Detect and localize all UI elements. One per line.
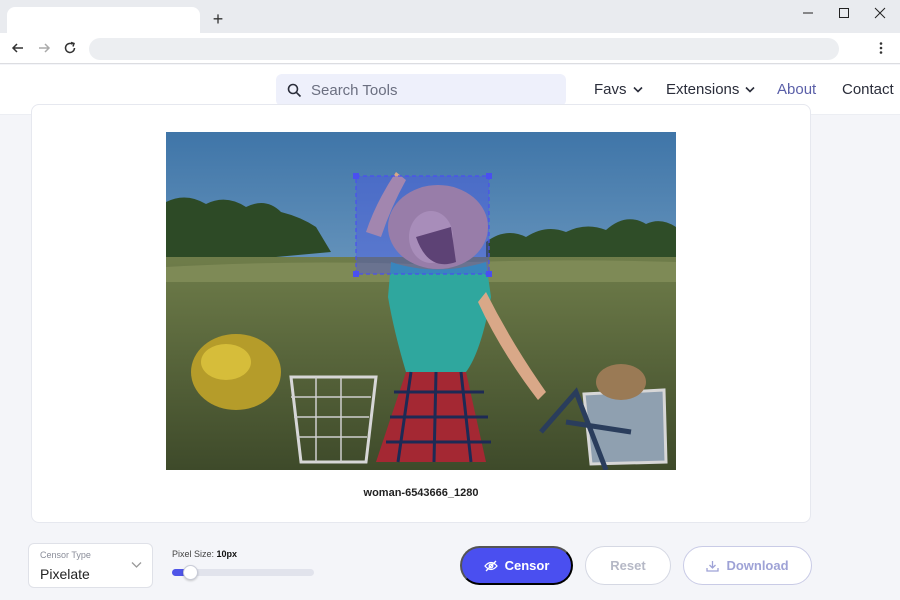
- new-tab-button[interactable]: +: [207, 8, 229, 30]
- uploaded-photo: [166, 132, 676, 470]
- close-icon[interactable]: [862, 0, 898, 26]
- download-button[interactable]: Download: [683, 546, 812, 585]
- nav-contact-label: Contact: [842, 81, 894, 98]
- pixel-size-slider[interactable]: [172, 565, 314, 580]
- forward-arrow-icon[interactable]: [33, 38, 55, 58]
- censor-button-label: Censor: [504, 558, 550, 573]
- pixel-size-caption: Pixel Size:: [172, 549, 215, 559]
- resize-handle[interactable]: [486, 271, 492, 277]
- nav-extensions[interactable]: Extensions: [666, 81, 755, 98]
- censor-button[interactable]: Censor: [460, 546, 573, 585]
- nav-favs-label: Favs: [594, 81, 627, 98]
- image-canvas[interactable]: [166, 132, 676, 470]
- censor-type-value: Pixelate: [40, 566, 90, 582]
- chevron-down-icon: [745, 86, 755, 93]
- download-button-label: Download: [726, 558, 789, 573]
- browser-toolbar: [0, 33, 900, 64]
- censor-type-label: Censor Type: [40, 550, 91, 560]
- censor-type-select[interactable]: Censor Type Pixelate: [28, 543, 153, 588]
- browser-tab-bar: +: [0, 0, 900, 34]
- reset-button[interactable]: Reset: [585, 546, 671, 585]
- chevron-down-icon: [632, 86, 643, 93]
- pixel-size-value: 10px: [216, 549, 238, 559]
- maximize-icon[interactable]: [826, 0, 862, 26]
- nav-about-label: About: [777, 81, 817, 98]
- nav-extensions-label: Extensions: [666, 81, 740, 98]
- back-arrow-icon[interactable]: [7, 38, 29, 58]
- slider-thumb[interactable]: [183, 565, 198, 580]
- download-icon: [706, 560, 720, 572]
- search-icon: [287, 83, 302, 97]
- resize-handle[interactable]: [486, 173, 492, 179]
- pixel-size-label: Pixel Size: 10px: [172, 549, 237, 559]
- reload-icon[interactable]: [59, 38, 81, 58]
- search-input[interactable]: [311, 81, 551, 99]
- minimize-icon[interactable]: [790, 0, 826, 26]
- chevron-down-icon: [131, 562, 142, 568]
- resize-handle[interactable]: [353, 173, 359, 179]
- eye-off-icon: [483, 560, 498, 571]
- address-bar[interactable]: [89, 38, 839, 60]
- search-box[interactable]: [276, 74, 566, 106]
- reset-button-label: Reset: [610, 558, 646, 573]
- resize-handle[interactable]: [353, 271, 359, 277]
- image-filename: woman-6543666_1280: [363, 487, 479, 499]
- nav-contact[interactable]: Contact: [842, 81, 894, 98]
- nav-favs[interactable]: Favs: [594, 81, 643, 98]
- browser-tab[interactable]: [7, 7, 200, 34]
- nav-about[interactable]: About: [777, 81, 816, 98]
- censor-selection[interactable]: [355, 175, 490, 275]
- kebab-menu-icon[interactable]: [871, 38, 891, 58]
